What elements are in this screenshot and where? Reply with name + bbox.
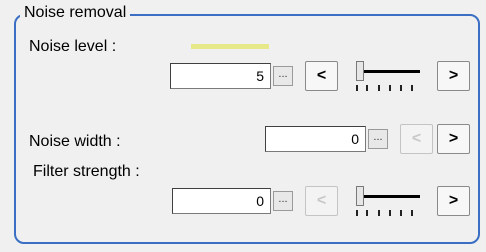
slider-tick <box>356 210 358 216</box>
slider-tick <box>366 85 368 91</box>
noise-level-ellipsis-button[interactable]: ... <box>273 66 293 86</box>
noise-width-increase-button[interactable]: > <box>437 124 470 154</box>
slider-tick <box>400 85 402 91</box>
noise-width-input[interactable]: 0 <box>265 126 366 152</box>
slider-tick <box>378 85 380 91</box>
noise-level-label: Noise level : <box>29 38 117 55</box>
noise-level-input[interactable]: 5 <box>170 63 271 89</box>
noise-level-increase-button[interactable]: > <box>437 61 470 91</box>
slider-tick <box>366 210 368 216</box>
slider-tick <box>389 210 391 216</box>
filter-strength-ellipsis-button[interactable]: ... <box>273 191 293 211</box>
slider-tick <box>411 85 413 91</box>
noise-level-decrease-button[interactable]: < <box>305 61 338 91</box>
filter-strength-increase-button[interactable]: > <box>437 186 470 216</box>
group-title: Noise removal <box>20 4 131 22</box>
noise-width-decrease-button[interactable]: < <box>400 124 433 154</box>
filter-strength-label: Filter strength : <box>33 163 140 180</box>
filter-strength-slider[interactable] <box>354 186 422 216</box>
noise-width-ellipsis-button[interactable]: ... <box>368 129 388 149</box>
slider-track <box>364 70 420 73</box>
noise-level-slider[interactable] <box>354 61 422 91</box>
slider-tick <box>411 210 413 216</box>
slider-thumb[interactable] <box>356 186 364 206</box>
slider-tick <box>389 85 391 91</box>
filter-strength-input[interactable]: 0 <box>172 188 271 214</box>
slider-tick <box>356 85 358 91</box>
noise-width-label: Noise width : <box>29 133 121 150</box>
slider-tick <box>400 210 402 216</box>
noise-level-indicator <box>191 44 269 49</box>
slider-thumb[interactable] <box>356 61 364 81</box>
filter-strength-decrease-button[interactable]: < <box>305 186 338 216</box>
slider-tick <box>378 210 380 216</box>
slider-track <box>364 195 420 198</box>
